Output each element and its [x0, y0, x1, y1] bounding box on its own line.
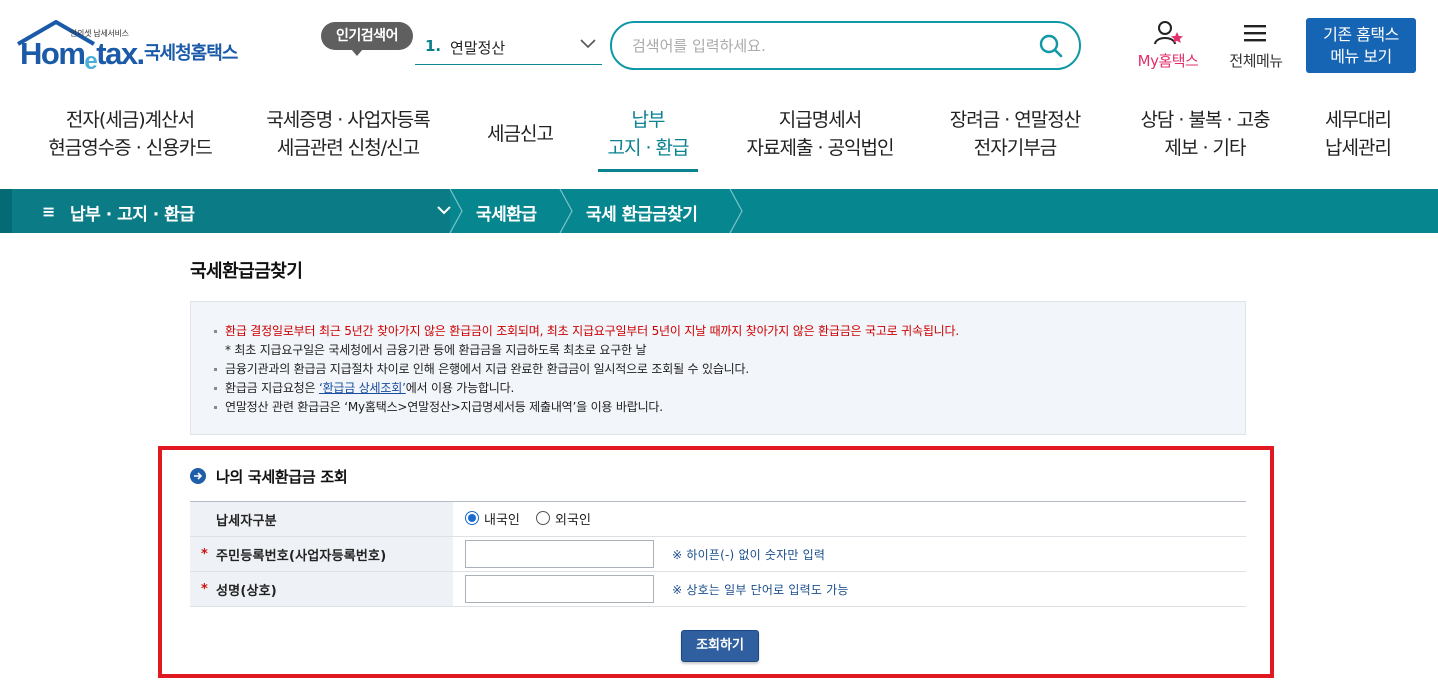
- table-row: * 주민등록번호(사업자등록번호) ※ 하이픈(-) 없이 숫자만 입력: [190, 536, 1246, 572]
- hot-keyword-badge: 인기검색어: [321, 22, 413, 56]
- gnb-item-tax-agent[interactable]: 세무대리 납세관리: [1310, 106, 1406, 162]
- gnb-label-line1: 지급명세서: [778, 109, 862, 131]
- name-label: * 성명(상호): [190, 571, 453, 607]
- global-nav: 전자(세금)계산서 현금영수증 · 신용카드 국세증명 · 사업자등록 세금관련…: [0, 106, 1438, 182]
- notice-item: 환급 결정일로부터 최근 5년간 찾아가지 않은 환급금이 조회되며, 최초 지…: [212, 322, 1245, 341]
- arrow-circle-icon: [190, 468, 206, 484]
- gnb-item-e-invoice[interactable]: 전자(세금)계산서 현금영수증 · 신용카드: [40, 106, 220, 162]
- all-menu-label: 전체메뉴: [1229, 52, 1283, 70]
- section-title-text: 나의 국세환급금 조회: [216, 468, 348, 486]
- old-hometax-menu-button[interactable]: 기존 홈택스 메뉴 보기: [1306, 18, 1416, 73]
- radio-dot-checked[interactable]: [465, 511, 479, 526]
- search-icon[interactable]: [1039, 34, 1063, 58]
- refund-search-form: 납세자구분 내국인 외국인 * 주민등록번호(사업자등록번호) ※ 하이픈(-)…: [190, 501, 1246, 607]
- gnb-item-payment[interactable]: 납부 고지 · 환급: [598, 106, 698, 172]
- hot-keyword-select[interactable]: 1. 연말정산: [415, 30, 602, 65]
- gnb-label-line1: 세무대리: [1325, 109, 1392, 131]
- name-cell: ※ 상호는 일부 단어로 입력도 가능: [453, 572, 1246, 607]
- old-menu-line2: 메뉴 보기: [1330, 47, 1392, 66]
- breadcrumb-separator-icon: [559, 189, 573, 233]
- refund-detail-link[interactable]: ‘환급금 상세조회’: [319, 381, 406, 395]
- gnb-label-line2: 현금영수증 · 신용카드: [48, 137, 212, 159]
- location-depth3[interactable]: 국세 환급금찾기: [586, 200, 698, 225]
- gnb-label-line2: 제보 · 기타: [1164, 137, 1246, 159]
- gnb-item-certificate[interactable]: 국세증명 · 사업자등록 세금관련 신청/신고: [248, 106, 448, 162]
- required-mark: *: [201, 547, 208, 562]
- radio-domestic-label: 내국인: [484, 512, 520, 528]
- name-hint: ※ 상호는 일부 단어로 입력도 가능: [672, 582, 849, 597]
- page-title: 국세환급금찾기: [190, 261, 303, 282]
- search-input[interactable]: [632, 34, 1032, 58]
- gnb-label-line2: 세금관련 신청/신고: [276, 137, 420, 159]
- gnb-label-line2: 고지 · 환급: [607, 137, 689, 159]
- notice-item: 금융기관과의 환급금 지급절차 차이로 인해 은행에서 지급 완료한 환급금이 …: [212, 360, 1245, 379]
- required-mark: *: [201, 582, 208, 597]
- name-input[interactable]: [465, 575, 654, 603]
- breadcrumb-separator-icon: [729, 189, 743, 233]
- old-menu-line1: 기존 홈택스: [1323, 25, 1399, 44]
- gnb-item-tax-report[interactable]: 세금신고: [470, 120, 570, 148]
- user-star-icon: [1154, 21, 1183, 45]
- gnb-label-line1: 장려금 · 연말정산: [949, 109, 1081, 131]
- taxpayer-type-cell: 내국인 외국인: [453, 502, 1246, 537]
- taxpayer-type-label: 납세자구분: [190, 501, 453, 537]
- search-box: [610, 21, 1081, 70]
- my-hometax-label: My홈택스: [1137, 52, 1199, 70]
- gnb-item-statement[interactable]: 지급명세서 자료제출 · 공익법인: [725, 106, 915, 162]
- gnb-label-line1: 국세증명 · 사업자등록: [266, 109, 430, 131]
- hot-keyword-rank: 1.: [425, 37, 442, 55]
- logo-brand-ko: 국세청홈택스: [144, 43, 238, 64]
- location-depth1-label: 납부 · 고지 · 환급: [70, 205, 195, 225]
- radio-foreigner[interactable]: 외국인: [536, 509, 591, 528]
- gnb-label-line2: 납세관리: [1325, 137, 1392, 159]
- location-depth2[interactable]: 국세환급: [476, 200, 537, 225]
- gnb-label-line1: 세금신고: [487, 123, 554, 145]
- gnb-label-line2: 전자기부금: [973, 137, 1057, 159]
- my-hometax-button[interactable]: My홈택스: [1128, 20, 1208, 72]
- notice-item: 환급금 지급요청은 ‘환급금 상세조회’에서 이용 가능합니다.: [212, 379, 1245, 398]
- radio-dot-unchecked[interactable]: [536, 511, 551, 526]
- hometax-logo[interactable]: 안의셋 납세서비스 Hometax. 국세청홈택스: [16, 20, 256, 76]
- gnb-label-line1: 상담 · 불복 · 고충: [1140, 109, 1270, 131]
- gnb-label-line1: 납부: [631, 109, 666, 131]
- hamburger-icon: [1244, 25, 1266, 42]
- all-menu-button[interactable]: 전체메뉴: [1220, 20, 1292, 72]
- table-row: * 성명(상호) ※ 상호는 일부 단어로 입력도 가능: [190, 571, 1246, 607]
- radio-foreigner-label: 외국인: [555, 512, 591, 528]
- resident-no-hint: ※ 하이픈(-) 없이 숫자만 입력: [672, 547, 826, 562]
- chevron-down-icon: [580, 39, 596, 49]
- notice-subitem: * 최초 지급요구일은 국세청에서 금융기관 등에 환급금을 지급하도록 최초로…: [225, 343, 647, 357]
- resident-no-label: * 주민등록번호(사업자등록번호): [190, 536, 453, 572]
- notice-box: 환급 결정일로부터 최근 5년간 찾아가지 않은 환급금이 조회되며, 최초 지…: [190, 301, 1246, 435]
- location-depth1[interactable]: ≡ 납부 · 고지 · 환급: [12, 189, 451, 233]
- gnb-item-consult[interactable]: 상담 · 불복 · 고충 제보 · 기타: [1125, 106, 1285, 162]
- notice-item: 연말정산 관련 환급금은 ‘My홈택스>연말정산>지급명세서등 제출내역’을 이…: [212, 398, 1245, 417]
- active-underline: [598, 169, 698, 172]
- resident-no-cell: ※ 하이픈(-) 없이 숫자만 입력: [453, 537, 1246, 572]
- location-strip: [0, 189, 12, 233]
- radio-domestic[interactable]: 내국인: [465, 509, 520, 528]
- resident-no-input[interactable]: [465, 540, 654, 568]
- menu-lines-icon: ≡: [42, 202, 56, 221]
- location-bar: ≡ 납부 · 고지 · 환급 국세환급 국세 환급금찾기: [0, 189, 1438, 233]
- table-row: 납세자구분 내국인 외국인: [190, 501, 1246, 537]
- search-button[interactable]: 조회하기: [681, 630, 759, 662]
- gnb-item-year-end[interactable]: 장려금 · 연말정산 전자기부금: [935, 106, 1095, 162]
- breadcrumb-separator-icon: [449, 189, 463, 233]
- gnb-label-line2: 자료제출 · 공익법인: [746, 137, 895, 159]
- site-header: 안의셋 납세서비스 Hometax. 국세청홈택스 인기검색어 1. 연말정산 …: [0, 0, 1438, 90]
- hot-keyword-text: 연말정산: [450, 39, 506, 57]
- gnb-label-line1: 전자(세금)계산서: [65, 109, 195, 131]
- logo-brand-en: Hometax.: [20, 36, 145, 75]
